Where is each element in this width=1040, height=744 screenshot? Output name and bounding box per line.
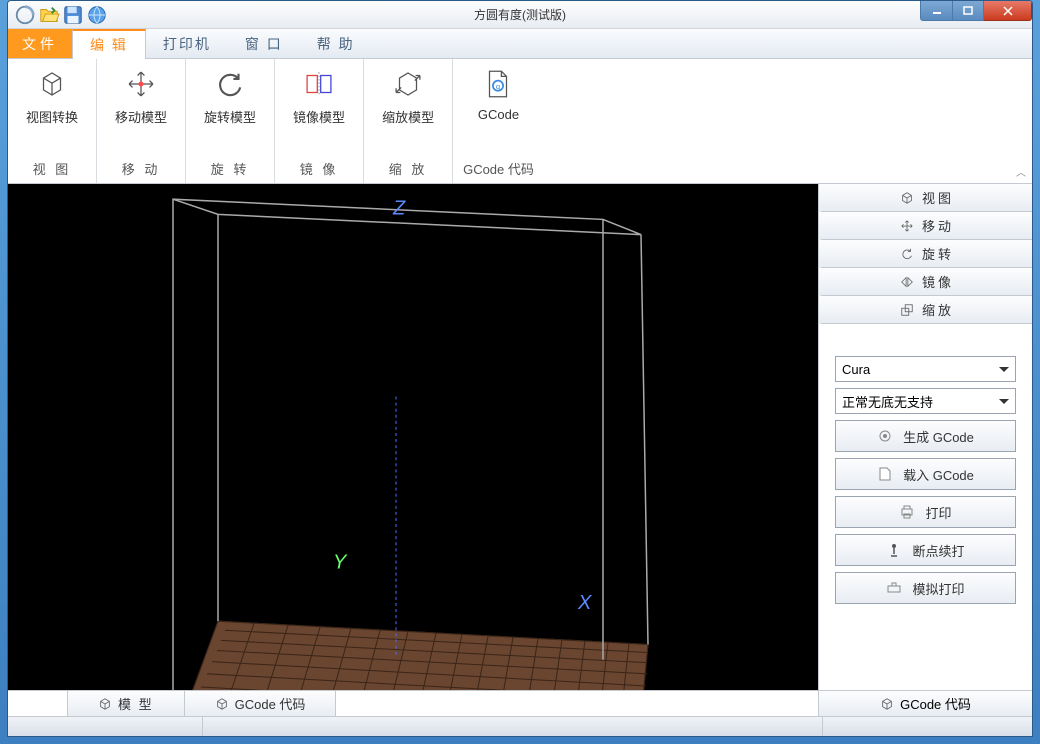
- rotate-icon: [900, 247, 914, 261]
- scale-icon: [391, 67, 425, 101]
- rotate-model-button[interactable]: 旋转模型: [196, 63, 264, 130]
- side-tab-move[interactable]: 移动: [819, 212, 1032, 240]
- side-tab-rotate[interactable]: 旋转: [819, 240, 1032, 268]
- view-transform-button[interactable]: 视图转换: [18, 63, 86, 130]
- axis-z-label: Z: [392, 197, 406, 219]
- statusbar-right-pane: [822, 717, 1032, 736]
- statusbar: [8, 716, 1032, 736]
- close-button[interactable]: [984, 1, 1032, 21]
- sidebar-bottom-tab-gcode[interactable]: GCode 代码: [819, 690, 1032, 716]
- side-tab-mirror[interactable]: 镜像: [819, 268, 1032, 296]
- cube-icon: [98, 697, 112, 711]
- play-icon: [886, 580, 902, 596]
- quick-access-toolbar: [8, 4, 108, 26]
- gcode-button[interactable]: g GCode: [470, 63, 527, 126]
- move-icon: [900, 219, 914, 233]
- tab-gcode[interactable]: GCode 代码: [185, 691, 337, 716]
- svg-text:g: g: [496, 82, 500, 91]
- menubar: 文件 编 辑 打印机 窗 口 帮 助: [8, 29, 1032, 59]
- sidebar: 视图 移动 旋转 镜像 缩放: [819, 184, 1032, 716]
- axis-y-label: Y: [333, 551, 348, 573]
- ribbon-group-scale: 缩放模型 缩 放: [364, 59, 453, 183]
- tab-model[interactable]: 模 型: [68, 691, 185, 716]
- cube-icon: [215, 697, 229, 711]
- menu-edit[interactable]: 编 辑: [72, 29, 146, 59]
- slicer-select[interactable]: Cura: [835, 356, 1016, 382]
- qat-open-icon[interactable]: [38, 4, 60, 26]
- side-tab-scale[interactable]: 缩放: [819, 296, 1032, 324]
- printer-icon: [899, 504, 915, 520]
- simulate-print-button[interactable]: 模拟打印: [835, 572, 1016, 604]
- ribbon-group-move: 移动模型 移 动: [97, 59, 186, 183]
- qat-save-icon[interactable]: [62, 4, 84, 26]
- ribbon-group-gcode: g GCode GCode 代码: [453, 59, 544, 183]
- qat-globe-icon[interactable]: [86, 4, 108, 26]
- ribbon-group-mirror: 镜像模型 镜 像: [275, 59, 364, 183]
- axis-x-label: X: [577, 592, 593, 614]
- menu-help[interactable]: 帮 助: [300, 29, 372, 58]
- statusbar-mid-pane: [202, 717, 822, 736]
- content-area: Z Y X 模 型 GCode 代码: [8, 184, 1032, 716]
- viewport-area: Z Y X 模 型 GCode 代码: [8, 184, 819, 716]
- gcode-panel: Cura 正常无底无支持 生成 GCode 载入 GCode 打印 断点续打: [819, 344, 1032, 616]
- resume-icon: [886, 542, 902, 558]
- menu-printer[interactable]: 打印机: [146, 29, 228, 58]
- cube-icon: [900, 191, 914, 205]
- side-tab-view[interactable]: 视图: [819, 184, 1032, 212]
- mirror-icon: [900, 275, 914, 289]
- ribbon: 视图转换 视 图 移动模型 移 动 旋转模型 旋 转 镜像模型 镜 像: [8, 59, 1032, 184]
- ribbon-group-rotate: 旋转模型 旋 转: [186, 59, 275, 183]
- gear-icon: [877, 428, 893, 444]
- 3d-viewport[interactable]: Z Y X: [8, 184, 818, 690]
- scale-model-button[interactable]: 缩放模型: [374, 63, 442, 130]
- ribbon-group-view: 视图转换 视 图: [8, 59, 97, 183]
- side-tabs: 视图 移动 旋转 镜像 缩放: [819, 184, 1032, 324]
- move-icon: [124, 67, 158, 101]
- scale-icon: [900, 303, 914, 317]
- cube-icon: [880, 697, 894, 711]
- mirror-model-button[interactable]: 镜像模型: [285, 63, 353, 130]
- load-gcode-button[interactable]: 载入 GCode: [835, 458, 1016, 490]
- window-title: 方圆有度(测试版): [474, 6, 566, 23]
- cube-icon: [35, 67, 69, 101]
- gcode-file-icon: g: [481, 67, 515, 101]
- menu-file[interactable]: 文件: [8, 29, 72, 58]
- qat-app-icon[interactable]: [14, 4, 36, 26]
- resume-print-button[interactable]: 断点续打: [835, 534, 1016, 566]
- mirror-icon: [302, 67, 336, 101]
- generate-gcode-button[interactable]: 生成 GCode: [835, 420, 1016, 452]
- profile-select[interactable]: 正常无底无支持: [835, 388, 1016, 414]
- print-button[interactable]: 打印: [835, 496, 1016, 528]
- app-window: 方圆有度(测试版) 文件 编 辑 打印机 窗 口 帮 助 视图转换 视 图 移动…: [7, 0, 1033, 737]
- menu-window[interactable]: 窗 口: [228, 29, 300, 58]
- minimize-button[interactable]: [920, 1, 952, 21]
- file-icon: [877, 466, 893, 482]
- rotate-icon: [213, 67, 247, 101]
- maximize-button[interactable]: [952, 1, 984, 21]
- ribbon-collapse-icon[interactable]: ︿: [1016, 164, 1026, 179]
- titlebar: 方圆有度(测试版): [8, 1, 1032, 29]
- window-controls: [920, 1, 1032, 21]
- viewport-bottom-tabs: 模 型 GCode 代码: [8, 690, 818, 716]
- move-model-button[interactable]: 移动模型: [107, 63, 175, 130]
